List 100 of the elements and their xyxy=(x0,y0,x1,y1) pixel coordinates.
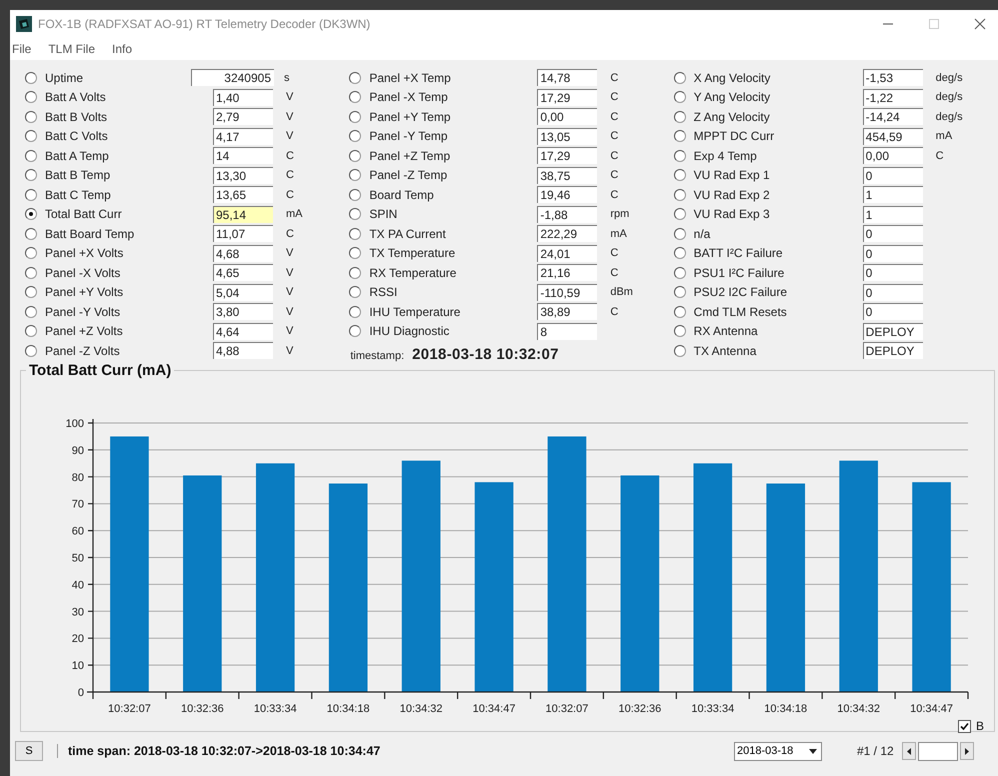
radio-label[interactable]: Panel +X Temp xyxy=(369,70,538,85)
radio-label[interactable]: VU Rad Exp 2 xyxy=(694,188,863,202)
radio-label[interactable]: X Ang Velocity xyxy=(694,70,863,85)
radio-button[interactable] xyxy=(674,286,686,298)
radio-label[interactable]: Panel -Y Volts xyxy=(45,304,213,319)
radio-label[interactable]: TX Antenna xyxy=(694,344,863,358)
menu-item[interactable]: Info xyxy=(112,42,132,56)
radio-button[interactable] xyxy=(25,169,37,182)
radio-label[interactable]: Cmd TLM Resets xyxy=(694,304,863,319)
radio-label[interactable]: Batt C Temp xyxy=(45,188,213,202)
radio-label[interactable]: Panel +Z Temp xyxy=(369,148,538,163)
radio-button[interactable] xyxy=(674,247,686,260)
radio-button[interactable] xyxy=(349,110,362,123)
radio-button[interactable] xyxy=(25,344,37,357)
radio-label[interactable]: Batt C Volts xyxy=(45,129,213,144)
radio-label[interactable]: Total Batt Curr xyxy=(45,207,213,222)
value-field: 0,00 xyxy=(862,147,923,164)
radio-button[interactable] xyxy=(349,72,362,84)
radio-label[interactable]: Batt B Volts xyxy=(45,110,213,124)
radio-button[interactable] xyxy=(349,306,362,318)
radio-button[interactable] xyxy=(674,130,686,142)
radio-label[interactable]: Batt A Volts xyxy=(45,90,213,104)
close-icon[interactable] xyxy=(974,18,986,30)
radio-label[interactable]: SPIN xyxy=(369,207,538,222)
radio-label[interactable]: Y Ang Velocity xyxy=(694,90,863,104)
radio-label[interactable]: Batt A Temp xyxy=(45,148,213,163)
radio-label[interactable]: VU Rad Exp 1 xyxy=(694,168,863,182)
menu-item[interactable]: File xyxy=(12,42,32,56)
record-field[interactable] xyxy=(918,742,958,760)
radio-label[interactable]: Z Ang Velocity xyxy=(694,110,863,124)
radio-button[interactable] xyxy=(25,266,37,279)
radio-button[interactable] xyxy=(25,72,37,84)
radio-label[interactable]: RSSI xyxy=(369,285,538,300)
radio-button[interactable] xyxy=(674,208,686,220)
radio-label[interactable]: n/a xyxy=(694,226,863,241)
radio-button[interactable] xyxy=(25,110,37,123)
radio-label[interactable]: PSU1 I²C Failure xyxy=(694,266,863,280)
radio-label[interactable]: Panel -Z Temp xyxy=(369,168,538,182)
date-dropdown[interactable]: 2018-03-18 xyxy=(734,742,822,760)
radio-button[interactable] xyxy=(349,91,362,104)
radio-button[interactable] xyxy=(25,91,37,104)
radio-button[interactable] xyxy=(674,266,686,279)
radio-label[interactable]: IHU Temperature xyxy=(369,304,538,319)
next-button[interactable] xyxy=(960,742,974,760)
radio-label[interactable]: RX Antenna xyxy=(694,324,863,338)
radio-button[interactable] xyxy=(25,325,37,338)
radio-button[interactable] xyxy=(349,188,362,201)
radio-button[interactable] xyxy=(349,169,362,182)
radio-label[interactable]: Panel +Y Temp xyxy=(369,110,538,124)
radio-button[interactable] xyxy=(349,286,362,298)
radio-label[interactable]: Panel +Y Volts xyxy=(45,285,213,300)
radio-button[interactable] xyxy=(25,228,37,240)
radio-button[interactable] xyxy=(674,150,686,162)
radio-label[interactable]: TX Temperature xyxy=(369,246,538,260)
radio-button[interactable] xyxy=(674,188,686,201)
radio-button[interactable] xyxy=(674,91,686,104)
menu-item[interactable]: TLM File xyxy=(48,42,96,56)
radio-button[interactable] xyxy=(349,247,362,260)
radio-label[interactable]: TX PA Current xyxy=(369,226,538,241)
radio-button[interactable] xyxy=(674,344,686,357)
radio-label[interactable]: BATT I²C Failure xyxy=(694,246,863,260)
radio-button[interactable] xyxy=(674,228,686,240)
previous-button[interactable] xyxy=(902,742,916,760)
radio-button[interactable] xyxy=(349,150,362,162)
radio-label[interactable]: IHU Diagnostic xyxy=(369,324,538,338)
radio-label[interactable]: Exp 4 Temp xyxy=(694,148,863,163)
radio-button[interactable] xyxy=(674,325,686,338)
radio-label[interactable]: Board Temp xyxy=(369,188,538,202)
radio-button[interactable] xyxy=(25,208,37,220)
radio-label[interactable]: VU Rad Exp 3 xyxy=(694,207,863,222)
radio-label[interactable]: Panel -Z Volts xyxy=(45,344,213,358)
radio-label[interactable]: Panel -X Volts xyxy=(45,266,213,280)
checkbox[interactable] xyxy=(958,720,971,732)
radio-button[interactable] xyxy=(674,306,686,318)
radio-button[interactable] xyxy=(349,228,362,240)
radio-label[interactable]: Uptime xyxy=(45,70,191,85)
radio-button[interactable] xyxy=(674,72,686,84)
radio-label[interactable]: Batt Board Temp xyxy=(45,226,213,241)
radio-button[interactable] xyxy=(674,110,686,123)
radio-label[interactable]: RX Temperature xyxy=(369,266,538,280)
radio-label[interactable]: Panel +Z Volts xyxy=(45,324,213,338)
radio-button[interactable] xyxy=(349,208,362,220)
radio-label[interactable]: Panel -Y Temp xyxy=(369,129,538,144)
checkbox-label[interactable]: B xyxy=(976,719,984,733)
radio-label[interactable]: MPPT DC Curr xyxy=(694,129,863,144)
radio-button[interactable] xyxy=(25,247,37,260)
radio-button[interactable] xyxy=(25,306,37,318)
radio-button[interactable] xyxy=(349,266,362,279)
radio-label[interactable]: PSU2 I2C Failure xyxy=(694,285,863,300)
radio-label[interactable]: Panel +X Volts xyxy=(45,246,213,260)
radio-button[interactable] xyxy=(25,286,37,298)
radio-button[interactable] xyxy=(25,130,37,142)
radio-button[interactable] xyxy=(349,130,362,142)
s-button[interactable]: S xyxy=(15,741,43,761)
radio-button[interactable] xyxy=(349,325,362,338)
radio-button[interactable] xyxy=(674,169,686,182)
radio-label[interactable]: Batt B Temp xyxy=(45,168,213,182)
radio-button[interactable] xyxy=(25,188,37,201)
radio-button[interactable] xyxy=(25,150,37,162)
radio-label[interactable]: Panel -X Temp xyxy=(369,90,538,104)
